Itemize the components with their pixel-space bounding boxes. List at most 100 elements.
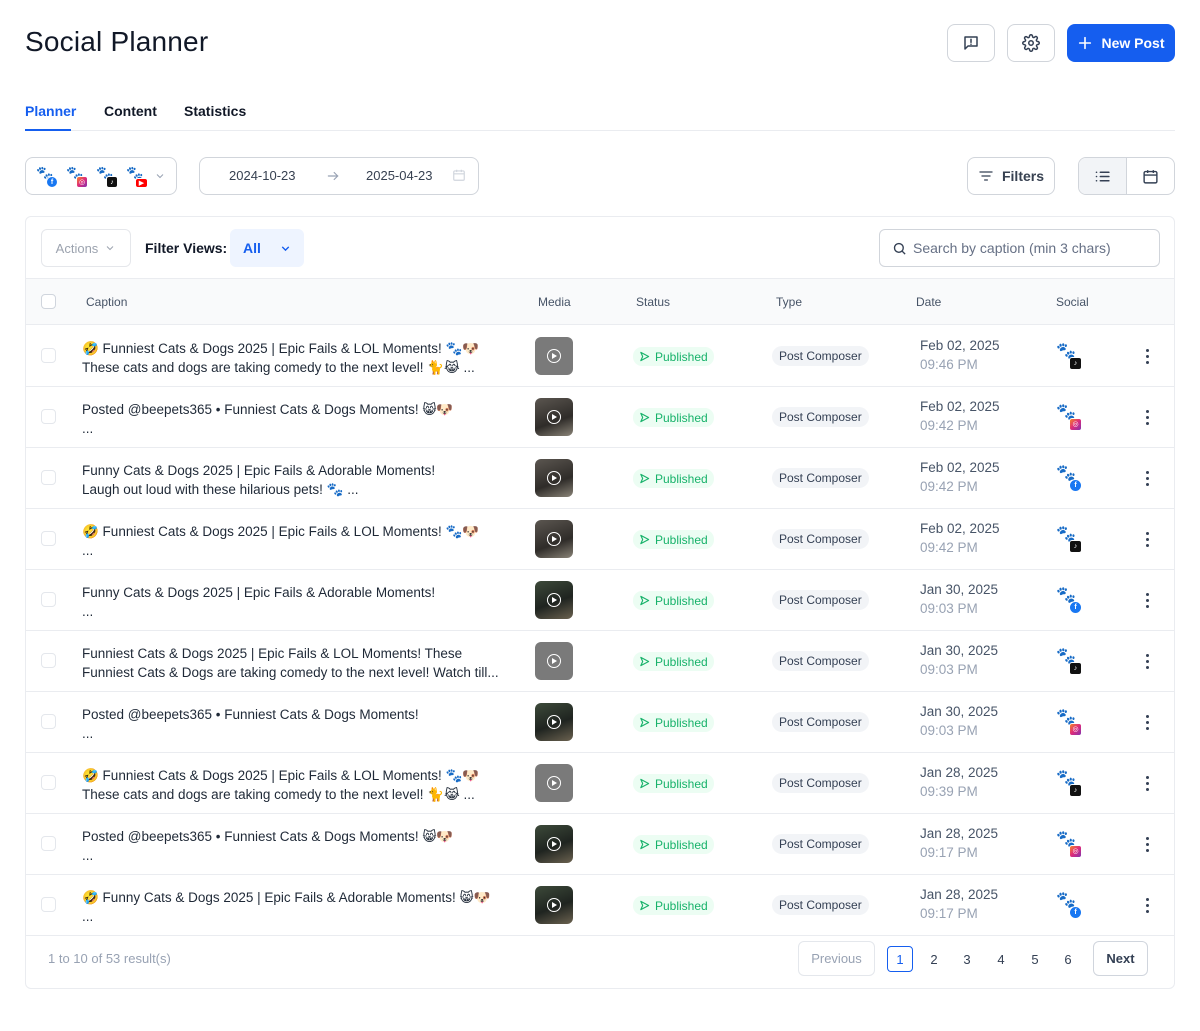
- send-icon: [640, 595, 650, 606]
- row-menu-button[interactable]: [1139, 712, 1155, 732]
- type-badge: Post Composer: [772, 712, 869, 732]
- kebab-dot: [1145, 476, 1149, 480]
- table-row[interactable]: 🤣 Funniest Cats & Dogs 2025 | Epic Fails…: [26, 753, 1174, 814]
- caption-line-1: Funny Cats & Dogs 2025 | Epic Fails & Ad…: [82, 463, 436, 478]
- feedback-button[interactable]: [947, 24, 995, 62]
- row-menu-button[interactable]: [1139, 773, 1155, 793]
- tab-statistics[interactable]: Statistics: [184, 103, 246, 119]
- active-tab-indicator: [25, 129, 71, 131]
- row-menu-button[interactable]: [1139, 346, 1155, 366]
- new-post-button[interactable]: New Post: [1067, 24, 1175, 62]
- row-menu-button[interactable]: [1139, 651, 1155, 671]
- table-row[interactable]: 🤣 Funny Cats & Dogs 2025 | Epic Fails & …: [26, 875, 1174, 936]
- post-caption[interactable]: Posted @beepets365 • Funniest Cats & Dog…: [82, 705, 522, 743]
- tab-planner[interactable]: Planner: [25, 103, 76, 119]
- status-badge: Published: [633, 835, 714, 854]
- media-thumbnail[interactable]: [535, 825, 573, 863]
- media-thumbnail[interactable]: [535, 520, 573, 558]
- post-date: Jan 28, 2025: [920, 887, 999, 902]
- table-row[interactable]: Funniest Cats & Dogs 2025 | Epic Fails &…: [26, 631, 1174, 692]
- table-row[interactable]: 🤣 Funniest Cats & Dogs 2025 | Epic Fails…: [26, 509, 1174, 570]
- row-checkbox[interactable]: [41, 775, 56, 790]
- filter-views-label: Filter Views:: [145, 240, 228, 256]
- row-menu-button[interactable]: [1139, 407, 1155, 427]
- media-thumbnail[interactable]: [535, 764, 573, 802]
- type-badge: Post Composer: [772, 834, 869, 854]
- page-button-4[interactable]: 4: [988, 946, 1014, 972]
- post-time: 09:42 PM: [920, 479, 978, 494]
- filters-button[interactable]: Filters: [967, 157, 1055, 195]
- post-caption[interactable]: Posted @beepets365 • Funniest Cats & Dog…: [82, 827, 522, 865]
- settings-button[interactable]: [1007, 24, 1055, 62]
- instagram-icon: ◎: [1069, 723, 1082, 736]
- calendar-icon: [453, 169, 465, 181]
- kebab-dot: [1145, 604, 1149, 608]
- page-button-1[interactable]: 1: [887, 946, 913, 972]
- row-checkbox[interactable]: [41, 897, 56, 912]
- page-button-2[interactable]: 2: [921, 946, 947, 972]
- date-range-picker[interactable]: 2024-10-23 2025-04-23: [199, 157, 479, 195]
- media-thumbnail[interactable]: [535, 886, 573, 924]
- calendar-view-button[interactable]: [1127, 158, 1175, 194]
- row-checkbox[interactable]: [41, 348, 56, 363]
- media-thumbnail[interactable]: [535, 337, 573, 375]
- row-checkbox[interactable]: [41, 470, 56, 485]
- table-row[interactable]: Funny Cats & Dogs 2025 | Epic Fails & Ad…: [26, 570, 1174, 631]
- row-checkbox[interactable]: [41, 653, 56, 668]
- account-selector[interactable]: 🐾 f 🐾 ◎ 🐾 ♪ 🐾 ▶: [25, 157, 177, 195]
- social-account: 🐾 ◎: [1056, 405, 1082, 431]
- post-date: Feb 02, 2025: [920, 399, 1000, 414]
- page-button-6[interactable]: 6: [1055, 946, 1081, 972]
- media-thumbnail[interactable]: [535, 642, 573, 680]
- post-caption[interactable]: 🤣 Funniest Cats & Dogs 2025 | Epic Fails…: [82, 339, 522, 377]
- row-menu-button[interactable]: [1139, 834, 1155, 854]
- media-thumbnail[interactable]: [535, 581, 573, 619]
- type-badge: Post Composer: [772, 407, 869, 427]
- caption-line-2: ...: [82, 848, 94, 863]
- table-row[interactable]: Posted @beepets365 • Funniest Cats & Dog…: [26, 387, 1174, 448]
- status-badge: Published: [633, 896, 714, 915]
- table-row[interactable]: Posted @beepets365 • Funniest Cats & Dog…: [26, 692, 1174, 753]
- post-caption[interactable]: Posted @beepets365 • Funniest Cats & Dog…: [82, 400, 522, 438]
- post-caption[interactable]: 🤣 Funny Cats & Dogs 2025 | Epic Fails & …: [82, 888, 522, 926]
- row-checkbox[interactable]: [41, 836, 56, 851]
- page-button-5[interactable]: 5: [1022, 946, 1048, 972]
- list-view-button[interactable]: [1079, 158, 1127, 194]
- media-thumbnail[interactable]: [535, 398, 573, 436]
- table-row[interactable]: 🤣 Funniest Cats & Dogs 2025 | Epic Fails…: [26, 326, 1174, 387]
- account-facebook: 🐾 f: [36, 166, 58, 188]
- post-caption[interactable]: 🤣 Funniest Cats & Dogs 2025 | Epic Fails…: [82, 522, 522, 560]
- status-label: Published: [655, 471, 708, 486]
- select-all-checkbox[interactable]: [41, 294, 56, 309]
- previous-page-button[interactable]: Previous: [798, 941, 875, 976]
- caption-line-2: ...: [82, 543, 94, 558]
- row-checkbox[interactable]: [41, 714, 56, 729]
- row-menu-button[interactable]: [1139, 590, 1155, 610]
- row-menu-button[interactable]: [1139, 895, 1155, 915]
- actions-dropdown[interactable]: Actions: [41, 229, 131, 267]
- tiktok-icon: ♪: [1069, 784, 1082, 797]
- table-row[interactable]: Posted @beepets365 • Funniest Cats & Dog…: [26, 814, 1174, 875]
- post-caption[interactable]: Funny Cats & Dogs 2025 | Epic Fails & Ad…: [82, 583, 522, 621]
- plus-icon: [1079, 36, 1092, 50]
- instagram-icon: ◎: [76, 176, 88, 188]
- post-caption[interactable]: Funniest Cats & Dogs 2025 | Epic Fails &…: [82, 644, 522, 682]
- row-checkbox[interactable]: [41, 531, 56, 546]
- table-row[interactable]: Funny Cats & Dogs 2025 | Epic Fails & Ad…: [26, 448, 1174, 509]
- next-page-button[interactable]: Next: [1093, 941, 1148, 976]
- row-checkbox[interactable]: [41, 409, 56, 424]
- page-button-3[interactable]: 3: [954, 946, 980, 972]
- post-caption[interactable]: Funny Cats & Dogs 2025 | Epic Fails & Ad…: [82, 461, 522, 499]
- tab-content[interactable]: Content: [104, 103, 157, 119]
- post-caption[interactable]: 🤣 Funniest Cats & Dogs 2025 | Epic Fails…: [82, 766, 522, 804]
- filter-views-select[interactable]: All: [230, 229, 304, 267]
- filter-views-value: All: [243, 240, 261, 256]
- media-thumbnail[interactable]: [535, 459, 573, 497]
- row-checkbox[interactable]: [41, 592, 56, 607]
- row-menu-button[interactable]: [1139, 529, 1155, 549]
- media-thumbnail[interactable]: [535, 703, 573, 741]
- social-account: 🐾 ♪: [1056, 527, 1082, 553]
- search-input[interactable]: [913, 240, 1153, 256]
- tiktok-icon: ♪: [106, 176, 118, 188]
- row-menu-button[interactable]: [1139, 468, 1155, 488]
